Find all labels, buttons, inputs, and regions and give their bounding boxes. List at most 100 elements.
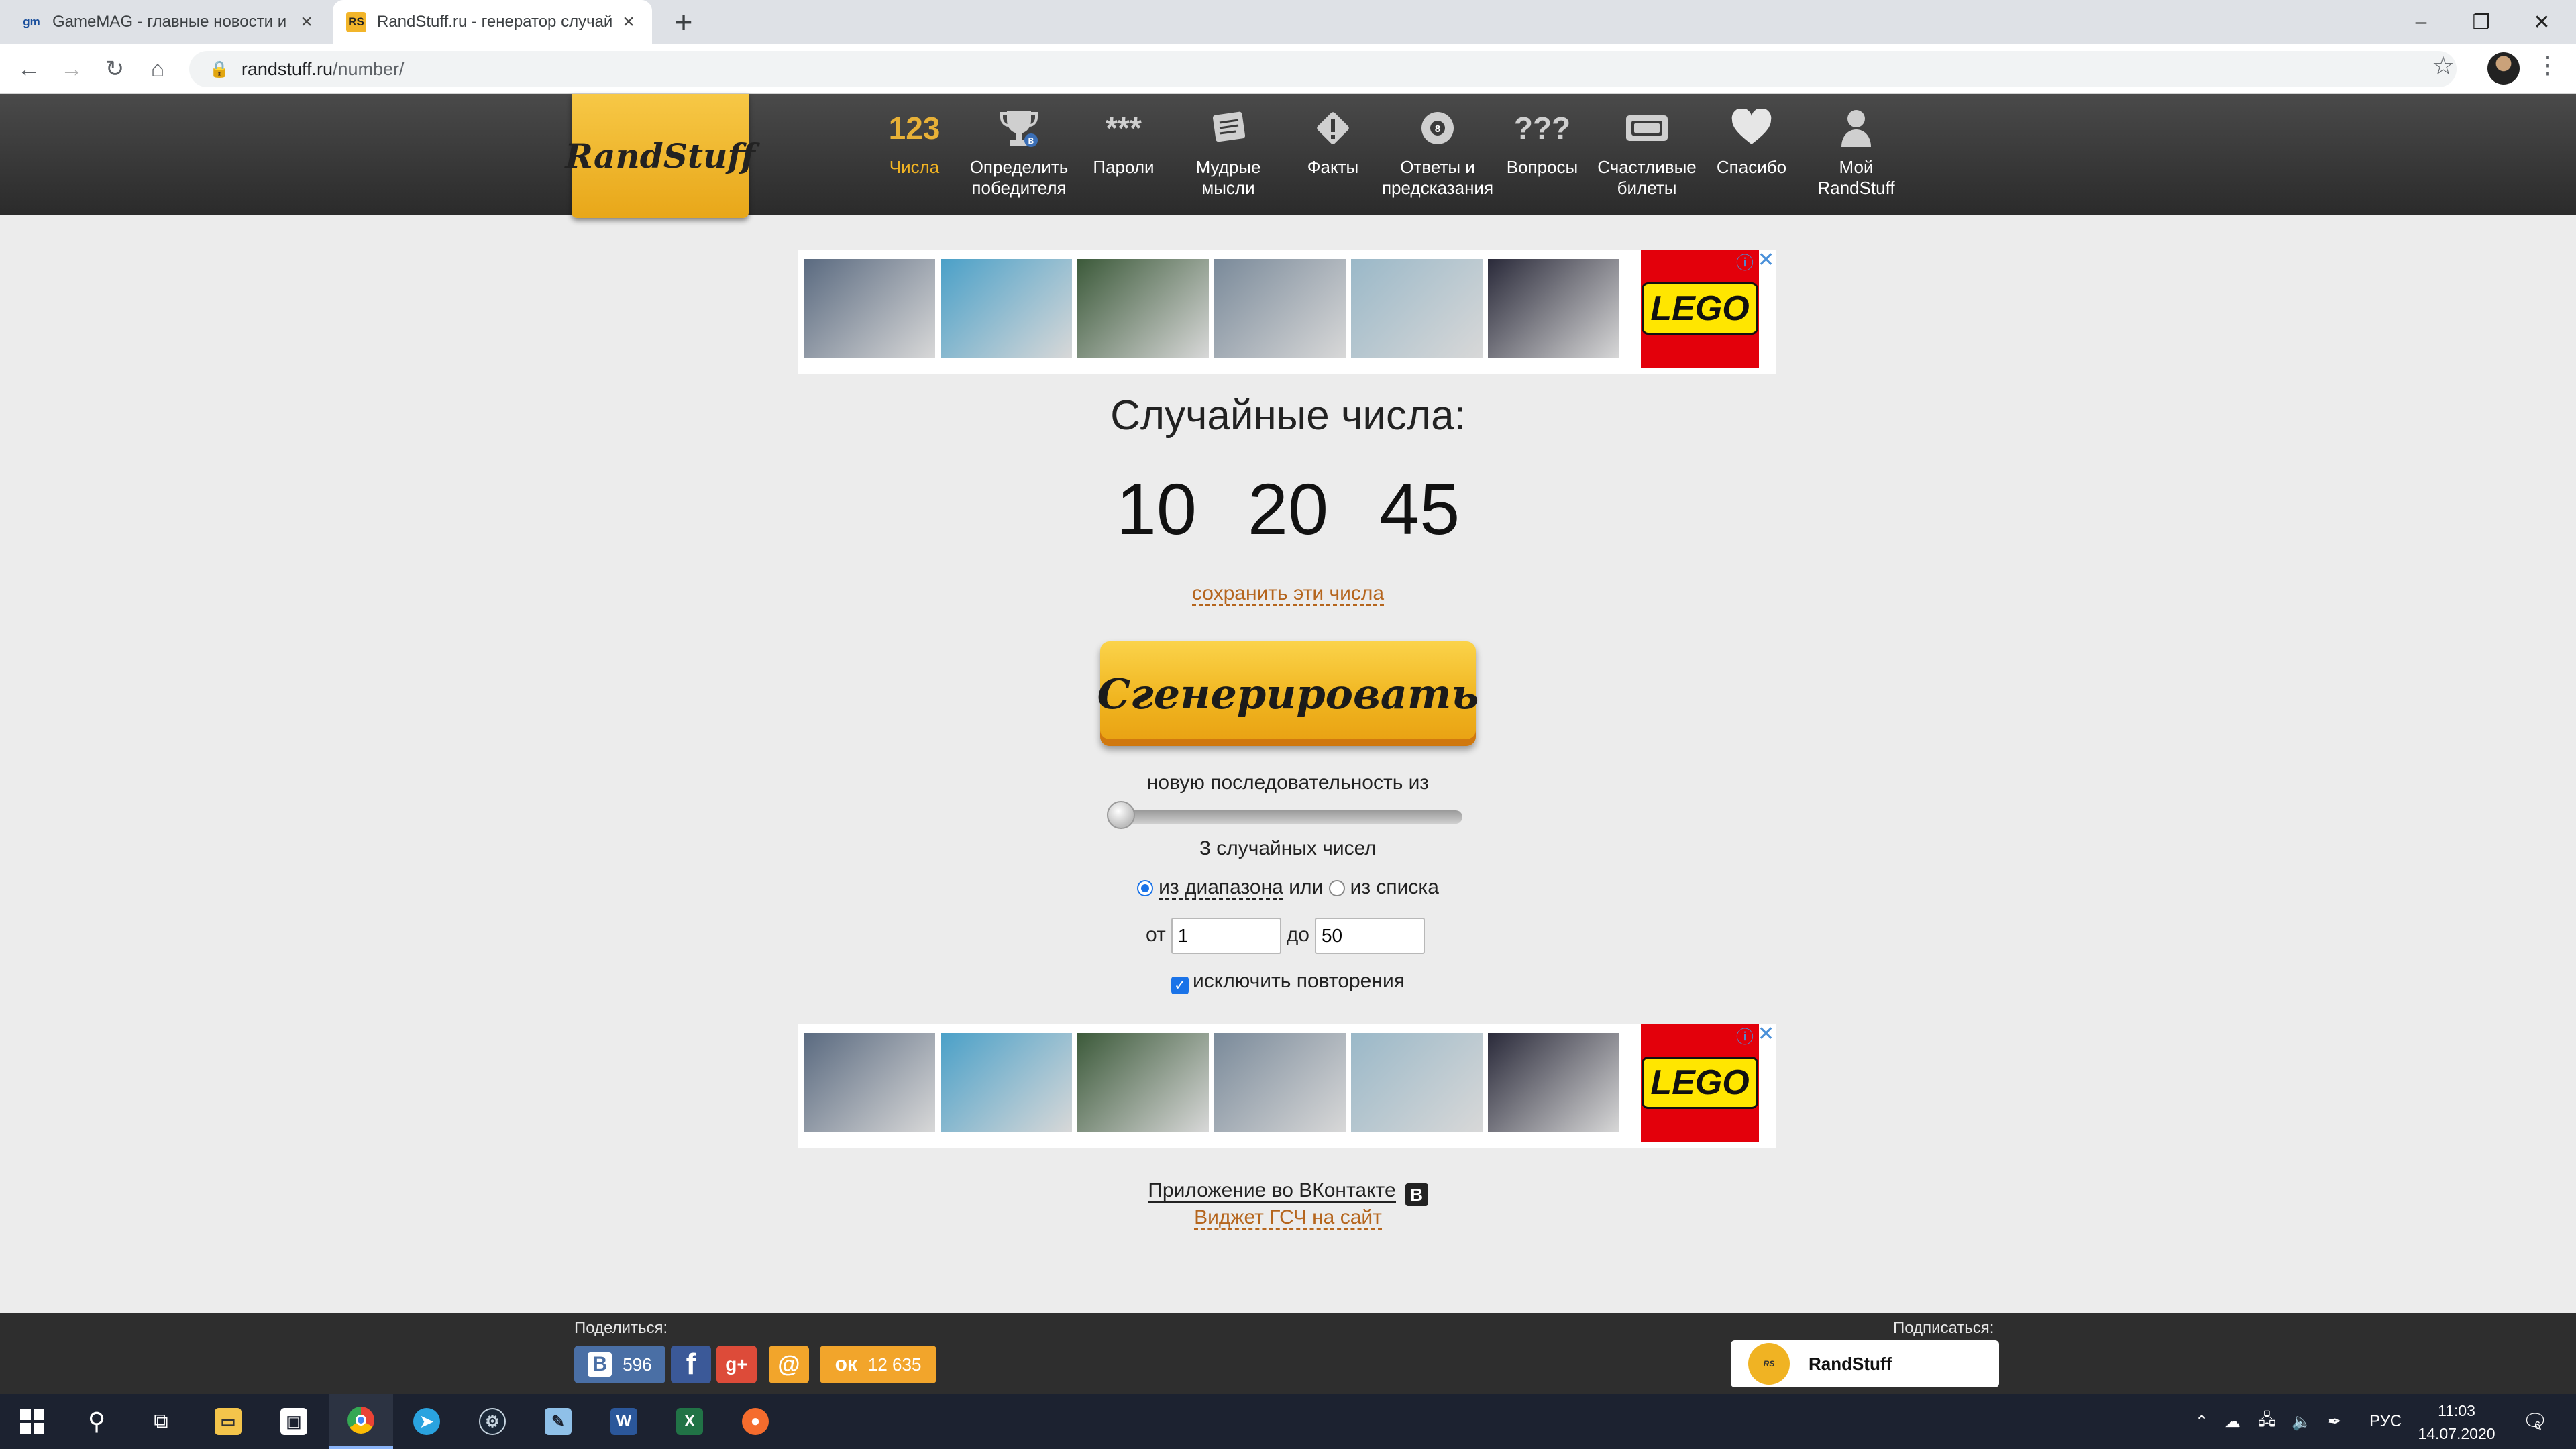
ad-close-icon[interactable]: ✕ xyxy=(1758,248,1774,272)
ad-thumbnail[interactable] xyxy=(941,1033,1072,1132)
lego-logo-text: LEGO xyxy=(1642,282,1758,335)
random-number: 45 xyxy=(1379,468,1460,549)
asterisks-icon: *** xyxy=(1106,110,1142,146)
ad-thumbnail[interactable] xyxy=(1488,259,1619,358)
share-google-plus-button[interactable]: g+ xyxy=(716,1346,757,1383)
lock-icon: 🔒 xyxy=(209,60,229,78)
browser-tab-strip: gm GameMAG - главные новости и × RS Rand… xyxy=(0,0,2576,44)
ad-thumbnail[interactable] xyxy=(1351,259,1483,358)
notepad-icon[interactable]: ✎ xyxy=(526,1394,590,1449)
minimize-icon[interactable]: – xyxy=(2391,0,2451,44)
windows-start-icon[interactable] xyxy=(0,1394,64,1449)
nav-numbers[interactable]: 123 Числа xyxy=(857,94,971,215)
subscribe-widget[interactable]: RS RandStuff xyxy=(1731,1340,1999,1387)
network-icon[interactable]: 🖧 xyxy=(2258,1394,2276,1449)
nav-label: Вопросы xyxy=(1506,157,1578,177)
radio-range-label[interactable]: из диапазона xyxy=(1159,876,1283,900)
exclude-repeats-label[interactable]: исключить повторения xyxy=(1193,970,1405,992)
count-slider[interactable] xyxy=(1107,801,1462,829)
share-facebook-button[interactable]: f xyxy=(671,1346,711,1383)
vk-icon[interactable]: В xyxy=(1405,1183,1428,1206)
ad-close-icon[interactable]: ✕ xyxy=(1758,1022,1774,1046)
nav-wise-thoughts[interactable]: Мудрые мысли xyxy=(1171,94,1285,215)
generate-button[interactable]: Сгенерировать xyxy=(1097,641,1479,746)
radio-list[interactable] xyxy=(1328,880,1345,896)
home-icon[interactable]: ⌂ xyxy=(141,52,174,86)
excel-icon[interactable]: X xyxy=(657,1394,722,1449)
back-arrow-icon[interactable]: ← xyxy=(12,52,46,86)
nav-passwords[interactable]: *** Пароли xyxy=(1067,94,1181,215)
word-icon[interactable]: W xyxy=(592,1394,656,1449)
system-clock[interactable]: 11:03 14.07.2020 xyxy=(2410,1399,2504,1445)
store-icon[interactable]: ▣ xyxy=(262,1394,326,1449)
nav-thanks[interactable]: Спасибо xyxy=(1695,94,1809,215)
close-tab-icon[interactable]: × xyxy=(297,11,317,34)
nav-my-randstuff[interactable]: Мой RandStuff xyxy=(1799,94,1913,215)
widget-link[interactable]: Виджет ГСЧ на сайт xyxy=(1194,1206,1382,1230)
ad-info-icon[interactable]: ⓘ xyxy=(1736,250,1754,274)
share-odnoklassniki-button[interactable]: ок 12 635 xyxy=(820,1346,936,1383)
nav-winner[interactable]: B Определить победителя xyxy=(962,94,1076,215)
language-indicator[interactable]: РУС xyxy=(2369,1394,2402,1449)
ad-thumbnail[interactable] xyxy=(1077,1033,1209,1132)
subscribe-label: Подписаться: xyxy=(1893,1319,1994,1337)
tab-gamemag[interactable]: gm GameMAG - главные новости и × xyxy=(8,0,330,44)
vk-share-icon: В xyxy=(588,1352,612,1377)
save-numbers-link[interactable]: сохранить эти числа xyxy=(1191,582,1385,606)
ad-thumbnail[interactable] xyxy=(1488,1033,1619,1132)
ad-thumbnail[interactable] xyxy=(1351,1033,1483,1132)
chrome-icon[interactable] xyxy=(329,1394,393,1449)
from-input[interactable] xyxy=(1171,918,1281,954)
onedrive-icon[interactable]: ☁ xyxy=(2224,1394,2241,1449)
steam-icon[interactable]: ⚙ xyxy=(460,1394,525,1449)
tray-chevron-icon[interactable]: ⌃ xyxy=(2195,1394,2208,1449)
ad-thumbnail[interactable] xyxy=(1214,259,1346,358)
share-mailru-button[interactable]: @ xyxy=(769,1346,809,1383)
close-window-icon[interactable]: ✕ xyxy=(2512,0,2572,44)
reload-icon[interactable]: ↻ xyxy=(98,52,131,86)
restore-icon[interactable]: ❐ xyxy=(2451,0,2512,44)
volume-icon[interactable]: 🔈 xyxy=(2292,1394,2312,1449)
forward-arrow-icon[interactable]: → xyxy=(55,52,89,86)
origin-icon[interactable]: ● xyxy=(723,1394,788,1449)
clock-time: 11:03 xyxy=(2438,1402,2475,1419)
ad-banner-top[interactable]: LEGO ⓘ ✕ xyxy=(798,248,1776,374)
from-label: от xyxy=(1146,923,1166,946)
to-input[interactable] xyxy=(1314,918,1425,954)
ad-thumbnail[interactable] xyxy=(804,1033,935,1132)
new-tab-plus-icon[interactable]: + xyxy=(667,5,700,39)
ad-thumbnail[interactable] xyxy=(941,259,1072,358)
ticket-icon xyxy=(1590,107,1704,149)
ad-thumbnail[interactable] xyxy=(1214,1033,1346,1132)
file-explorer-icon[interactable]: ▭ xyxy=(196,1394,260,1449)
share-vk-button[interactable]: В 596 xyxy=(574,1346,665,1383)
pen-icon[interactable]: ✒ xyxy=(2328,1394,2341,1449)
nav-questions[interactable]: ??? Вопросы xyxy=(1485,94,1599,215)
profile-avatar[interactable] xyxy=(2487,52,2520,85)
ad-banner-bottom[interactable]: LEGO ⓘ ✕ xyxy=(798,1022,1776,1148)
slider-handle[interactable] xyxy=(1107,801,1135,829)
vk-app-link[interactable]: Приложение во ВКонтакте xyxy=(1148,1179,1396,1203)
or-text: или xyxy=(1289,876,1324,898)
task-view-icon[interactable]: ⧉ xyxy=(129,1394,193,1449)
notification-center-icon[interactable]: 🗨 6 xyxy=(2522,1394,2548,1449)
tab-randstuff[interactable]: RS RandStuff.ru - генератор случай × xyxy=(333,0,652,44)
radio-range[interactable] xyxy=(1137,880,1154,896)
randstuff-logo[interactable]: RandStuff xyxy=(565,94,755,218)
nav-lucky-tickets[interactable]: Счастливые билеты xyxy=(1590,94,1704,215)
nav-facts[interactable]: Факты xyxy=(1276,94,1390,215)
telegram-icon[interactable]: ➤ xyxy=(394,1394,459,1449)
bookmark-star-icon[interactable]: ☆ xyxy=(2432,51,2455,81)
numbers-icon: 123 xyxy=(888,110,941,146)
address-bar[interactable]: 🔒 randstuff.ru/number/ xyxy=(189,51,2457,87)
ad-thumbnail[interactable] xyxy=(1077,259,1209,358)
close-tab-icon[interactable]: × xyxy=(619,11,639,34)
radio-list-label[interactable]: из списка xyxy=(1350,876,1439,898)
exclude-repeats-checkbox[interactable]: ✓ xyxy=(1171,977,1189,994)
search-icon[interactable]: ⚲ xyxy=(64,1394,129,1449)
menu-kebab-icon[interactable]: ⋮ xyxy=(2536,51,2560,79)
ad-info-icon[interactable]: ⓘ xyxy=(1736,1024,1754,1049)
nav-label: Определить победителя xyxy=(969,157,1069,198)
ad-thumbnail[interactable] xyxy=(804,259,935,358)
nav-answers[interactable]: 8 Ответы и предсказания xyxy=(1381,94,1495,215)
